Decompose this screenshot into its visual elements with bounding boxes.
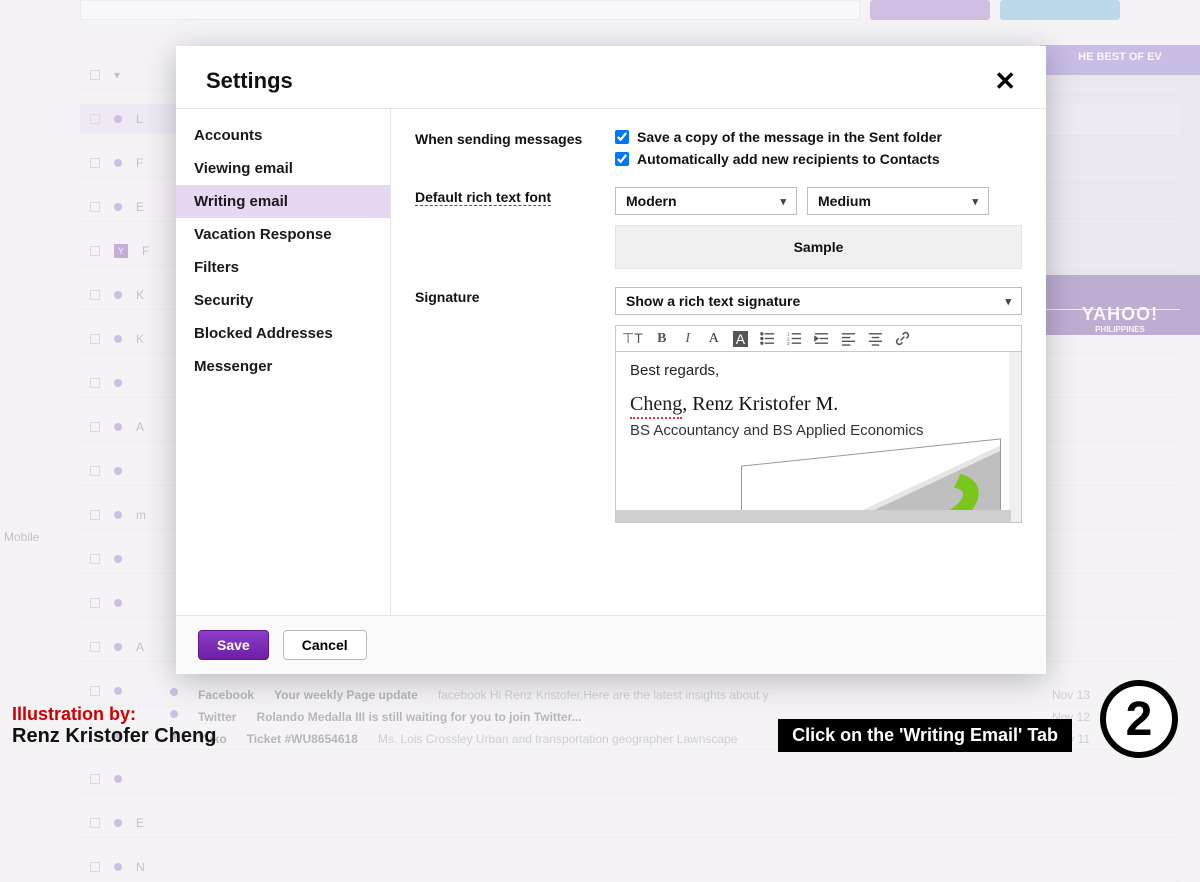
sidebar-item-vacation-response[interactable]: Vacation Response [176, 218, 390, 251]
checkbox-save-sent-input[interactable] [615, 130, 629, 144]
label-font: Default rich text font [415, 187, 551, 206]
align-center-icon[interactable] [868, 331, 883, 346]
signature-degree: BS Accountancy and BS Applied Economics [630, 422, 1007, 439]
scrollbar-horizontal[interactable] [616, 510, 1011, 522]
select-font-family-value: Modern [626, 193, 677, 209]
scrollbar-vertical[interactable] [1009, 352, 1021, 522]
modal-footer: Save Cancel [176, 615, 1046, 674]
settings-content: When sending messages Save a copy of the… [391, 109, 1046, 615]
settings-sidebar: Accounts Viewing email Writing email Vac… [176, 109, 391, 615]
bullet-list-icon[interactable] [760, 331, 775, 346]
select-font-family[interactable]: Modern ▾ [615, 187, 797, 215]
instruction-caption: Click on the 'Writing Email' Tab [778, 719, 1072, 752]
italic-icon[interactable]: I [681, 331, 695, 347]
modal-title: Settings [206, 68, 293, 94]
close-icon[interactable]: ✕ [994, 68, 1016, 94]
illustration-credit: Illustration by: Renz Kristofer Cheng [12, 704, 216, 748]
bold-icon[interactable]: B [655, 331, 669, 347]
editor-toolbar: ⊤T B I A A 123 [616, 326, 1021, 352]
svg-text:3: 3 [787, 341, 790, 346]
sidebar-item-accounts[interactable]: Accounts [176, 119, 390, 152]
sidebar-item-security[interactable]: Security [176, 284, 390, 317]
font-color-icon[interactable]: A [707, 331, 721, 347]
font-size-icon[interactable]: ⊤T [622, 330, 643, 347]
font-sample: Sample [615, 225, 1022, 269]
signature-textarea[interactable]: Best regards, Cheng, Renz Kristofer M. B… [616, 352, 1021, 522]
settings-modal: Settings ✕ Accounts Viewing email Writin… [176, 46, 1046, 674]
select-font-size[interactable]: Medium ▾ [807, 187, 989, 215]
cancel-button[interactable]: Cancel [283, 630, 367, 660]
sidebar-item-blocked-addresses[interactable]: Blocked Addresses [176, 317, 390, 350]
chevron-down-icon: ▾ [780, 195, 786, 208]
sidebar-item-writing-email[interactable]: Writing email [176, 185, 390, 218]
sidebar-item-filters[interactable]: Filters [176, 251, 390, 284]
sidebar-item-messenger[interactable]: Messenger [176, 350, 390, 383]
chevron-down-icon: ▾ [1005, 295, 1011, 308]
step-badge: 2 [1100, 680, 1178, 758]
checkbox-save-sent[interactable]: Save a copy of the message in the Sent f… [615, 129, 1022, 145]
checkbox-save-sent-label: Save a copy of the message in the Sent f… [637, 129, 942, 145]
checkbox-auto-contacts-input[interactable] [615, 152, 629, 166]
label-sending: When sending messages [415, 129, 615, 147]
highlight-icon[interactable]: A [733, 331, 748, 347]
label-signature: Signature [415, 287, 615, 305]
select-signature-mode[interactable]: Show a rich text signature ▾ [615, 287, 1022, 315]
signature-name: Cheng [630, 393, 682, 419]
sidebar-item-viewing-email[interactable]: Viewing email [176, 152, 390, 185]
select-font-size-value: Medium [818, 193, 871, 209]
checkbox-auto-contacts-label: Automatically add new recipients to Cont… [637, 151, 940, 167]
align-left-icon[interactable] [841, 331, 856, 346]
sidebar-ad: HE BEST OF EV YAHOO! PHILIPPINES [1040, 45, 1200, 335]
signature-greeting: Best regards, [630, 362, 1007, 379]
select-signature-mode-value: Show a rich text signature [626, 293, 800, 309]
number-list-icon[interactable]: 123 [787, 331, 802, 346]
link-icon[interactable] [895, 331, 910, 346]
checkbox-auto-contacts[interactable]: Automatically add new recipients to Cont… [615, 151, 1022, 167]
chevron-down-icon: ▾ [972, 195, 978, 208]
indent-icon[interactable] [814, 331, 829, 346]
signature-editor: ⊤T B I A A 123 [615, 325, 1022, 523]
save-button[interactable]: Save [198, 630, 269, 660]
